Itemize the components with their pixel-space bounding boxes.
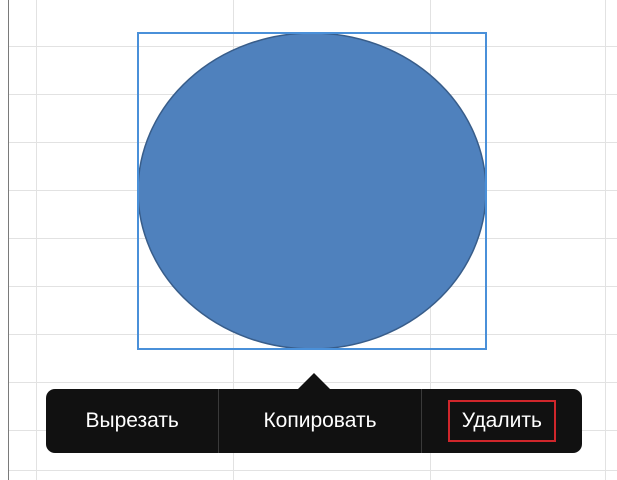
shape-selection-frame[interactable] bbox=[137, 32, 487, 350]
copy-label: Копировать bbox=[263, 409, 377, 432]
cut-menu-item[interactable]: Вырезать bbox=[46, 389, 218, 453]
context-menu-pointer bbox=[297, 373, 331, 390]
context-menu: Вырезать Копировать Удалить bbox=[46, 389, 582, 453]
grid-col-line bbox=[36, 0, 37, 480]
copy-menu-item[interactable]: Копировать bbox=[219, 389, 420, 453]
spreadsheet-canvas[interactable]: Вырезать Копировать Удалить bbox=[0, 0, 617, 480]
delete-menu-item[interactable]: Удалить bbox=[422, 389, 582, 453]
cut-label: Вырезать bbox=[85, 409, 179, 432]
delete-label: Удалить bbox=[447, 400, 556, 442]
grid-row-line bbox=[9, 470, 617, 471]
grid-col-line bbox=[605, 0, 606, 480]
sheet-left-border bbox=[8, 0, 9, 480]
